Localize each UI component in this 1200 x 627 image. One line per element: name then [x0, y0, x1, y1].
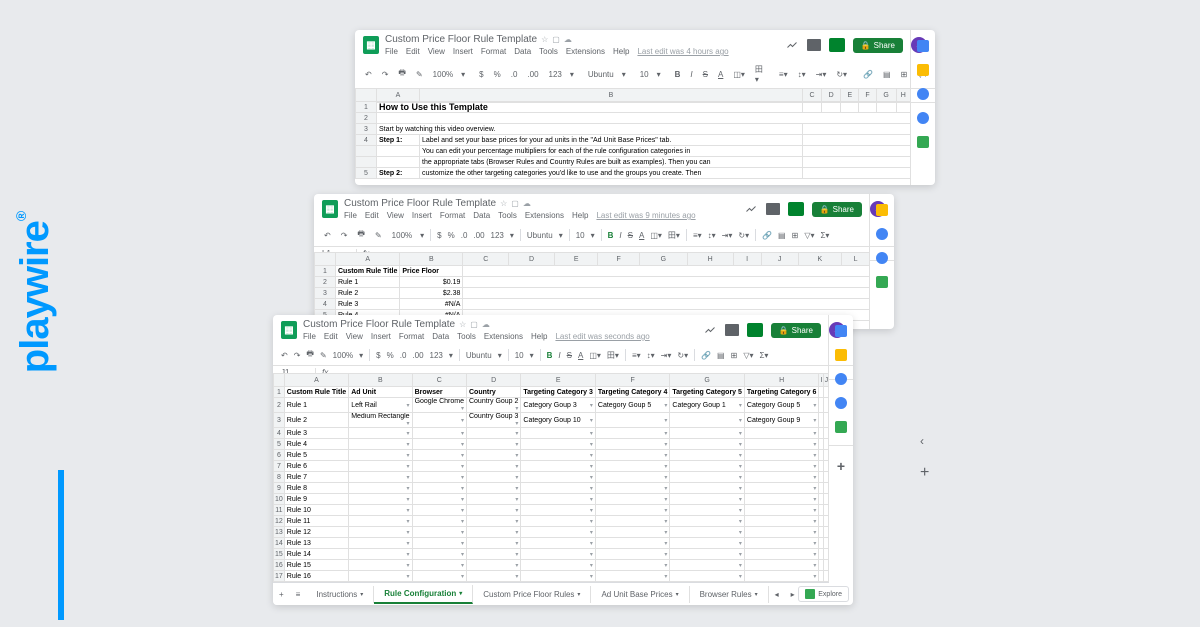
activity-icon[interactable] — [785, 39, 799, 51]
addon-plus-icon[interactable]: + — [837, 458, 845, 474]
sheets-icon: ▦ — [322, 200, 338, 218]
contacts-icon[interactable] — [835, 397, 847, 409]
calendar-icon[interactable] — [835, 325, 847, 337]
cloud-icon[interactable]: ☁ — [564, 35, 572, 44]
keep-icon[interactable] — [876, 204, 888, 216]
menu-edit[interactable]: Edit — [406, 47, 420, 56]
menu-data[interactable]: Data — [514, 47, 531, 56]
star-icon[interactable]: ☆ — [541, 35, 548, 44]
last-edit[interactable]: Last edit was 4 hours ago — [637, 47, 728, 56]
plus-shortcut-icon[interactable]: + — [918, 460, 1200, 567]
undo-icon[interactable]: ↶ — [363, 69, 374, 80]
tab-browser-rules[interactable]: Browser Rules▾ — [690, 586, 769, 603]
all-sheets-icon[interactable]: ≡ — [290, 590, 307, 599]
meet-icon[interactable] — [829, 38, 845, 52]
doc-title[interactable]: Custom Price Floor Rule Template — [344, 198, 496, 209]
contacts-icon[interactable] — [876, 252, 888, 264]
tab-instructions[interactable]: Instructions▾ — [306, 586, 374, 603]
menu-extensions[interactable]: Extensions — [566, 47, 605, 56]
move-icon[interactable]: ▢ — [552, 35, 560, 44]
zoom-select[interactable]: 100% — [431, 69, 455, 80]
calendar-icon[interactable] — [917, 40, 929, 52]
keep-icon[interactable] — [917, 64, 929, 76]
toolbar: ↶ ↷ 🖶 ✎ 100%▾ $ % .0 .00 123▾ Ubuntu▾ 10… — [355, 60, 935, 89]
tab-ad-unit-base-prices[interactable]: Ad Unit Base Prices▾ — [591, 586, 689, 603]
sheets-icon: ▦ — [363, 36, 379, 54]
tasks-icon[interactable] — [835, 373, 847, 385]
spreadsheet-window-3: ▦ Custom Price Floor Rule Template ☆ ▢ ☁… — [273, 315, 853, 605]
maps-icon[interactable] — [876, 276, 888, 288]
menu-format[interactable]: Format — [481, 47, 506, 56]
comment-icon[interactable] — [807, 39, 821, 51]
tab-custom-price-floor-rules[interactable]: Custom Price Floor Rules▾ — [473, 586, 591, 603]
spreadsheet-window-2: ▦ Custom Price Floor Rule Template ☆ ▢ ☁… — [314, 194, 894, 329]
share-button[interactable]: 🔒 Share — [853, 38, 903, 53]
tasks-icon[interactable] — [917, 88, 929, 100]
doc-title[interactable]: Custom Price Floor Rule Template — [303, 319, 455, 330]
menu-insert[interactable]: Insert — [453, 47, 473, 56]
playwire-logo: playwire® — [30, 100, 90, 530]
menu-file[interactable]: File — [385, 47, 398, 56]
menu-view[interactable]: View — [428, 47, 445, 56]
add-sheet-icon[interactable]: + — [273, 590, 290, 599]
tab-rule-configuration[interactable]: Rule Configuration▾ — [374, 585, 473, 604]
maps-icon[interactable] — [835, 421, 847, 433]
explore-button[interactable]: Explore — [798, 586, 849, 602]
menu-tools[interactable]: Tools — [539, 47, 558, 56]
redo-icon[interactable]: ↷ — [380, 69, 391, 80]
sheet-tabs: + ≡ Instructions▾ Rule Configuration▾ Cu… — [273, 582, 829, 605]
spreadsheet-window-1: ▦ Custom Price Floor Rule Template ☆ ▢ ☁… — [355, 30, 935, 185]
contacts-icon[interactable] — [917, 112, 929, 124]
maps-icon[interactable] — [917, 136, 929, 148]
paint-icon[interactable]: ✎ — [414, 69, 425, 80]
doc-title[interactable]: Custom Price Floor Rule Template — [385, 34, 537, 45]
print-icon[interactable]: 🖶 — [396, 66, 408, 82]
spreadsheet-grid-3[interactable]: ABCDEFGHIJ1Custom Rule TitleAd UnitBrows… — [273, 373, 829, 583]
tasks-icon[interactable] — [876, 228, 888, 240]
menu-help[interactable]: Help — [613, 47, 629, 56]
spreadsheet-grid[interactable]: ABCDEFGH 1How to Use this Template 2 3St… — [355, 88, 911, 179]
sheets-icon: ▦ — [281, 321, 297, 339]
keep-icon[interactable] — [835, 349, 847, 361]
